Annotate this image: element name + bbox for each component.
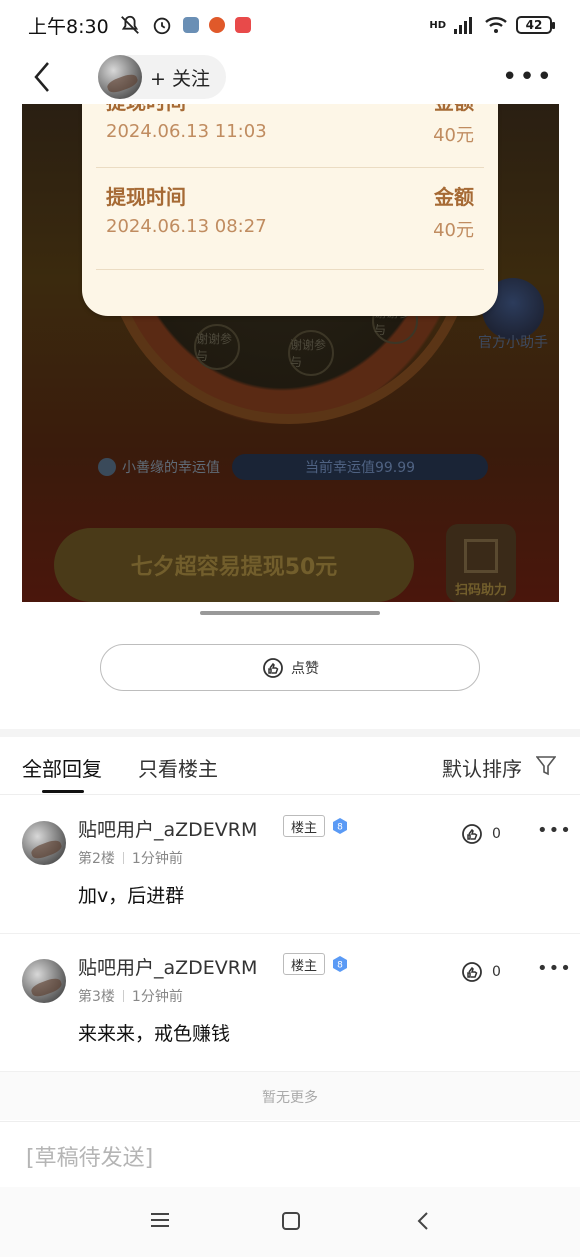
status-right: HD 42	[429, 16, 555, 34]
thumbs-up-icon	[462, 824, 482, 844]
reply-content: 加v，后进群	[78, 885, 185, 907]
luck-value-bar: 当前幸运值99.99	[232, 454, 488, 480]
sort-button[interactable]: 默认排序	[442, 753, 522, 782]
wheel-tag: 谢谢参与	[194, 324, 240, 370]
reply-like-count: 0	[492, 964, 501, 980]
divider	[96, 269, 484, 270]
no-more-label: 暂无更多	[262, 1090, 318, 1106]
reply-draft-bar[interactable]: [草稿待发送]	[0, 1121, 580, 1187]
signal-icon	[454, 17, 472, 34]
reply-like-count: 0	[492, 826, 501, 842]
reply-tabs: 全部回复 只看楼主 默认排序	[0, 737, 580, 795]
home-icon[interactable]	[281, 1211, 301, 1231]
reply-meta: 第3楼 1分钟前	[78, 986, 183, 1006]
reply-input[interactable]: [草稿待发送]	[26, 1140, 153, 1172]
reply-time: 1分钟前	[131, 851, 183, 867]
alarm-icon	[153, 17, 170, 35]
post-image[interactable]: 谢谢参与 谢谢参与 谢谢参与 官方小助手 小善缘的幸运值 当前幸运值99.99 …	[22, 104, 559, 602]
back-arrow-icon	[34, 62, 49, 92]
luck-label: 小善缘的幸运值	[122, 460, 220, 476]
promo-banner: 七夕超容易提现50元	[54, 528, 414, 602]
thumbs-up-icon	[263, 657, 283, 678]
more-options-button[interactable]: •••	[502, 64, 554, 90]
floor-number: 第3楼	[78, 989, 115, 1005]
avatar[interactable]	[22, 821, 66, 865]
back-button[interactable]	[12, 52, 72, 102]
system-nav-bar	[0, 1187, 580, 1257]
floor-number: 第2楼	[78, 851, 115, 867]
wheel-tag: 谢谢参与	[288, 330, 334, 376]
owner-badge: 楼主	[283, 815, 325, 837]
reply-item: 贴吧用户_aZDEVRM 楼主 8 第3楼 1分钟前 来来来，戒色赚钱 0 ••…	[0, 934, 580, 1072]
withdraw-amount-label: 金额	[434, 104, 474, 115]
withdraw-time-label: 提现时间	[106, 185, 186, 209]
withdraw-time: 2024.06.13 08:27	[106, 216, 267, 237]
qr-code-icon	[464, 539, 498, 573]
follow-button[interactable]: + 关注	[150, 64, 210, 91]
qr-label: 扫码助力	[454, 583, 507, 598]
avatar[interactable]	[98, 55, 142, 99]
level-number: 8	[337, 823, 343, 833]
reply-like-button[interactable]: 0	[460, 960, 501, 984]
tab-all-replies[interactable]: 全部回复	[22, 753, 102, 782]
withdraw-amount: 40元	[433, 125, 474, 146]
reply-time: 1分钟前	[131, 989, 183, 1005]
active-tab-underline	[42, 790, 84, 793]
reply-more-button[interactable]: •••	[537, 820, 572, 841]
divider	[96, 167, 484, 168]
battery-icon: 42	[516, 16, 555, 34]
withdraw-amount-label: 金额	[434, 185, 474, 209]
level-number: 8	[337, 961, 343, 971]
wifi-icon	[485, 17, 507, 33]
withdraw-amount: 40元	[433, 220, 474, 241]
withdraw-time-label: 提现时间	[106, 104, 186, 115]
tab-owner-only[interactable]: 只看楼主	[138, 753, 218, 782]
luck-row: 小善缘的幸运值 当前幸运值99.99	[98, 454, 488, 480]
level-badge-icon: 8	[333, 956, 347, 972]
like-label: 点赞	[291, 660, 319, 677]
back-icon[interactable]	[416, 1211, 430, 1231]
reply-like-button[interactable]: 0	[460, 822, 501, 846]
nav-bar: + 关注 •••	[0, 50, 580, 104]
thumbs-up-icon	[462, 962, 482, 982]
divider	[122, 990, 124, 1002]
withdraw-record-card: 提现时间 金额 2024.06.13 11:03 40元 提现时间 金额 202…	[82, 104, 498, 316]
reply-more-button[interactable]: •••	[537, 958, 572, 979]
mute-icon	[120, 15, 139, 34]
author-follow-pill[interactable]: + 关注	[98, 55, 226, 99]
divider	[122, 852, 124, 864]
like-button[interactable]: 点赞	[100, 644, 480, 691]
helper-label: 官方小助手	[478, 335, 548, 351]
menu-icon[interactable]	[150, 1211, 170, 1229]
status-bar: 上午8:30 HD 42	[0, 0, 580, 50]
avatar[interactable]	[22, 959, 66, 1003]
withdraw-record: 提现时间 金额 2024.06.13 11:03 40元	[106, 104, 474, 147]
status-left-icons	[119, 14, 251, 36]
withdraw-record: 提现时间 金额 2024.06.13 08:27 40元	[106, 181, 474, 242]
status-time: 上午8:30	[28, 15, 109, 38]
reply-content: 来来来，戒色赚钱	[78, 1023, 231, 1045]
owner-badge: 楼主	[283, 953, 325, 975]
reply-username[interactable]: 贴吧用户_aZDEVRM	[78, 953, 257, 980]
globe-icon	[98, 458, 116, 476]
network-label: HD	[429, 19, 446, 31]
app-icon	[208, 17, 225, 33]
reply-meta: 第2楼 1分钟前	[78, 848, 183, 868]
app-icon	[182, 17, 199, 33]
reply-username[interactable]: 贴吧用户_aZDEVRM	[78, 815, 257, 842]
section-gap	[0, 729, 580, 737]
filter-icon[interactable]	[536, 755, 556, 777]
image-scroll-indicator	[200, 611, 380, 615]
level-badge-icon: 8	[333, 818, 347, 834]
app-icon	[234, 17, 251, 33]
withdraw-time: 2024.06.13 11:03	[106, 121, 267, 142]
qr-widget: 扫码助力	[446, 524, 516, 602]
reply-item: 贴吧用户_aZDEVRM 楼主 8 第2楼 1分钟前 加v，后进群 0 •••	[0, 796, 580, 934]
